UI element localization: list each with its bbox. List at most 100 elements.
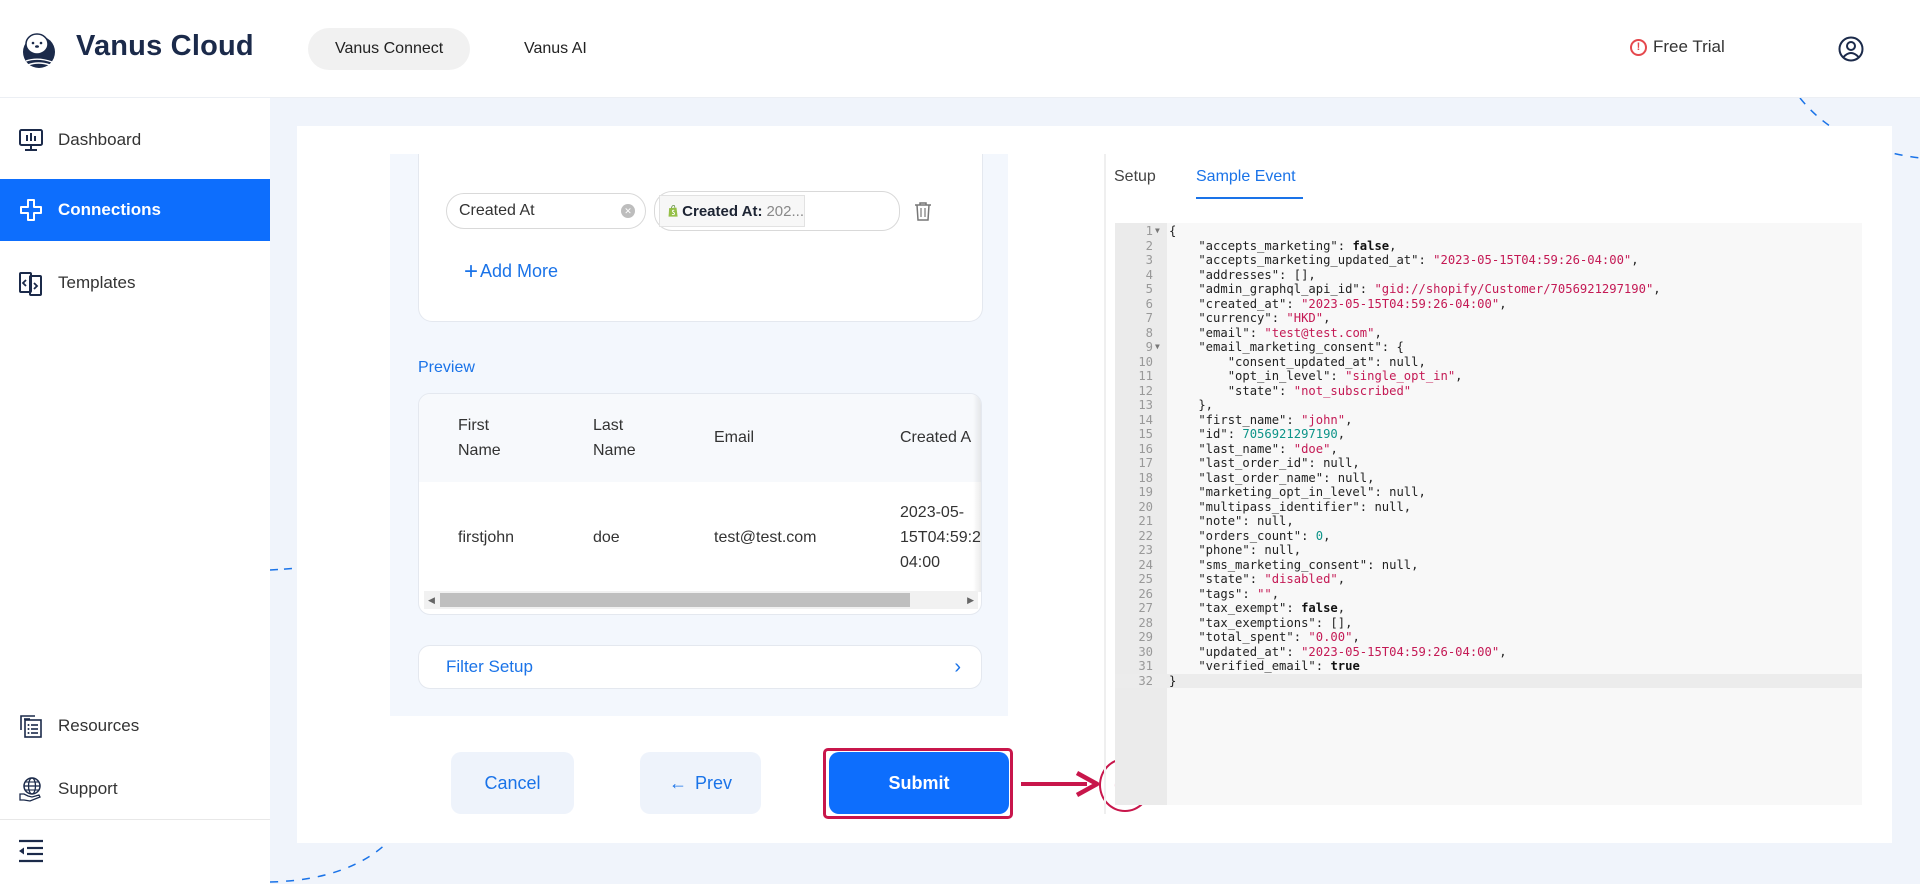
clear-icon[interactable]: ✕ xyxy=(621,204,635,218)
code-line: 11 "opt_in_level": "single_opt_in", xyxy=(1115,369,1862,384)
code-text: "accepts_marketing": false, xyxy=(1169,238,1397,253)
shopify-bag-icon xyxy=(668,204,678,217)
code-line: 5 "admin_graphql_api_id": "gid://shopify… xyxy=(1115,282,1862,297)
tab-sample-event[interactable]: Sample Event xyxy=(1196,168,1296,186)
code-text: "email_marketing_consent": { xyxy=(1169,340,1404,354)
line-number: 7 xyxy=(1145,311,1153,325)
cell-last-name: doe xyxy=(593,529,620,546)
fold-toggle-icon[interactable]: ▼ xyxy=(1155,340,1160,355)
code-text: "state": "disabled", xyxy=(1169,572,1346,586)
line-number: 10 xyxy=(1138,354,1153,369)
code-line: 19 "marketing_opt_in_level": null, xyxy=(1115,485,1862,500)
nav-vanus-connect[interactable]: Vanus Connect xyxy=(308,28,471,70)
field-mapping-card: Created At ✕ Created At: 202... + Add Mo… xyxy=(418,154,983,322)
sidebar-item-label: Resources xyxy=(58,716,140,735)
sidebar-item-support[interactable]: Support xyxy=(0,758,270,820)
code-text: "consent_updated_at": null, xyxy=(1169,354,1426,369)
line-number: 8 xyxy=(1145,325,1153,340)
line-number: 12 xyxy=(1138,383,1153,398)
connection-form-panel: Created At ✕ Created At: 202... + Add Mo… xyxy=(390,154,1008,716)
code-text: "tax_exemptions": [], xyxy=(1169,615,1353,630)
trash-icon[interactable] xyxy=(914,201,932,221)
code-line: 31 "verified_email": true xyxy=(1115,659,1862,674)
preview-heading: Preview xyxy=(418,359,475,376)
cell-created-at: 2023-05- 15T04:59:2 04:00 xyxy=(900,504,981,571)
line-number: 16 xyxy=(1138,441,1153,456)
code-line: 29 "total_spent": "0.00", xyxy=(1115,630,1862,645)
cancel-button[interactable]: Cancel xyxy=(451,752,574,814)
code-text: "opt_in_level": "single_opt_in", xyxy=(1169,369,1463,383)
code-text: "updated_at": "2023-05-15T04:59:26-04:00… xyxy=(1169,644,1507,659)
tab-setup[interactable]: Setup xyxy=(1114,168,1156,186)
line-number: 18 xyxy=(1138,470,1153,485)
code-text: "accepts_marketing_updated_at": "2023-05… xyxy=(1169,253,1639,267)
field-name-input[interactable]: Created At ✕ xyxy=(446,193,646,229)
free-trial-label: Free Trial xyxy=(1653,37,1725,56)
code-line: 20 "multipass_identifier": null, xyxy=(1115,500,1862,515)
code-line: 25 "state": "disabled", xyxy=(1115,572,1862,587)
line-number: 28 xyxy=(1138,615,1153,630)
line-number: 4 xyxy=(1145,267,1153,282)
line-number: 26 xyxy=(1138,586,1153,601)
line-number: 23 xyxy=(1138,543,1153,557)
code-line: 7 "currency": "HKD", xyxy=(1115,311,1862,326)
brand-name: Vanus Cloud xyxy=(76,30,254,62)
table-row: firstjohn doe test@test.com 2023-05- 15T0… xyxy=(419,482,981,594)
sidebar-item-label: Support xyxy=(58,779,118,798)
code-text: "id": 7056921297190, xyxy=(1169,427,1346,441)
code-line: 24 "sms_marketing_consent": null, xyxy=(1115,558,1862,573)
code-line: 1 ▼ { xyxy=(1115,224,1862,239)
filter-setup-button[interactable]: Filter Setup › xyxy=(418,645,982,689)
line-number: 30 xyxy=(1138,644,1153,659)
scroll-left-icon[interactable]: ◀ xyxy=(428,595,435,606)
line-number: 31 xyxy=(1138,659,1153,673)
nav-vanus-ai[interactable]: Vanus AI xyxy=(497,28,614,70)
scroll-right-icon[interactable]: ▶ xyxy=(967,595,974,606)
code-text: "marketing_opt_in_level": null, xyxy=(1169,485,1426,499)
horizontal-scrollbar[interactable]: ◀ ▶ xyxy=(424,591,978,609)
code-text: "last_name": "doe", xyxy=(1169,441,1338,456)
sidebar-item-connections[interactable]: Connections xyxy=(0,179,270,241)
add-more-button[interactable]: + Add More xyxy=(464,257,558,285)
code-line: 27 "tax_exempt": false, xyxy=(1115,601,1862,616)
monitor-chart-icon xyxy=(19,129,43,151)
prev-label: Prev xyxy=(694,772,732,793)
code-text: "note": null, xyxy=(1169,514,1294,528)
cancel-label: Cancel xyxy=(484,772,541,793)
sidebar-item-dashboard[interactable]: Dashboard xyxy=(0,109,270,171)
column-header-first-name: First Name xyxy=(458,417,501,459)
annotation-highlight-box xyxy=(823,748,1013,819)
line-number: 27 xyxy=(1138,601,1153,615)
code-line: 16 "last_name": "doe", xyxy=(1115,442,1862,457)
code-line: 22 "orders_count": 0, xyxy=(1115,529,1862,544)
line-number: 14 xyxy=(1138,412,1153,427)
user-circle-icon[interactable] xyxy=(1838,36,1864,62)
variable-chip[interactable]: Created At: 202... xyxy=(659,195,805,227)
sidebar-item-templates[interactable]: Templates xyxy=(0,252,270,314)
main-card: Created At ✕ Created At: 202... + Add Mo… xyxy=(297,126,1892,843)
column-header-created-at: Created A xyxy=(900,429,972,446)
line-number: 19 xyxy=(1138,485,1153,499)
code-line: 28 "tax_exemptions": [], xyxy=(1115,616,1862,631)
fold-toggle-icon[interactable]: ▼ xyxy=(1155,224,1160,239)
code-line: 32} xyxy=(1115,673,1862,688)
code-text: "multipass_identifier": null, xyxy=(1169,499,1412,514)
line-number: 20 xyxy=(1138,499,1153,514)
plus-icon: + xyxy=(464,257,479,285)
code-text: "tags": "", xyxy=(1169,586,1280,601)
scrollbar-thumb[interactable] xyxy=(440,593,910,607)
line-number: 2 xyxy=(1145,238,1153,253)
code-line: 13 }, xyxy=(1115,398,1862,413)
otter-logo-icon[interactable] xyxy=(18,28,60,70)
sidebar-item-label: Dashboard xyxy=(58,130,142,149)
field-value-input[interactable]: Created At: 202... xyxy=(654,191,900,231)
code-line: 2 "accepts_marketing": false, xyxy=(1115,239,1862,254)
collapse-menu-icon[interactable] xyxy=(18,839,44,863)
code-text: }, xyxy=(1169,398,1214,412)
free-trial-link[interactable]: ! Free Trial xyxy=(1630,37,1725,57)
code-text: "last_order_name": null, xyxy=(1169,470,1375,485)
line-number: 32 xyxy=(1138,673,1153,688)
sample-event-code-editor[interactable]: 1 ▼{2 "accepts_marketing": false, 3 "accep… xyxy=(1115,223,1862,805)
prev-button[interactable]: ← Prev xyxy=(640,752,761,814)
sidebar-item-resources[interactable]: Resources xyxy=(0,695,270,757)
